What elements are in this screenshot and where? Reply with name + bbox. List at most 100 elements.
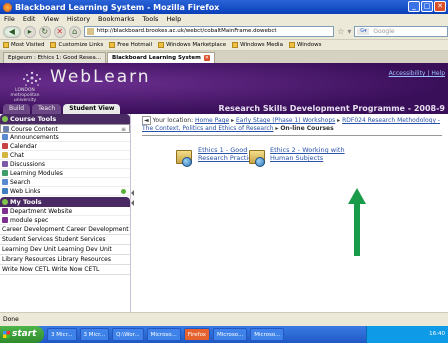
bookmark-icon: [288, 42, 295, 48]
maximize-button[interactable]: □: [421, 1, 433, 12]
taskbar-item[interactable]: 3 Micr...: [47, 328, 77, 341]
sidebar-item-course-content[interactable]: Course Content ≡: [0, 124, 130, 133]
bookmarks-toolbar: Most Visited Customize Links Free Hotmai…: [0, 40, 448, 51]
sidebar-item-calendar[interactable]: Calendar: [0, 142, 130, 151]
menu-bookmarks[interactable]: Bookmarks: [98, 15, 134, 23]
build-button[interactable]: Build: [3, 104, 31, 114]
breadcrumb-home[interactable]: Home Page: [195, 117, 229, 124]
university-name: LONDON metropolitan university: [10, 88, 40, 103]
web-links-icon: [2, 188, 8, 194]
chat-icon: [2, 152, 8, 158]
sidebar-link-career-development[interactable]: Career Development Career Development: [0, 225, 130, 235]
sidebar-item-discussions[interactable]: Discussions: [0, 160, 130, 169]
page-favicon-icon: [86, 28, 94, 35]
bookmark-windows[interactable]: Windows: [288, 42, 322, 48]
tab-epigeum[interactable]: Epigeum : Ethics 1: Good Resea...: [3, 52, 107, 63]
options-icon[interactable]: ≡: [121, 125, 126, 132]
sidebar-item-search[interactable]: Search: [0, 178, 130, 187]
back-arrow-icon[interactable]: ◀: [3, 25, 21, 38]
sidebar-item-module-spec[interactable]: module spec: [0, 216, 130, 225]
sidebar-item-announcements[interactable]: Announcements: [0, 133, 130, 142]
student-view-button[interactable]: Student View: [63, 104, 121, 114]
address-bar[interactable]: http://blackboard.brookes.ac.uk/webct/co…: [83, 26, 335, 37]
weblearn-logo: WebLearn: [50, 67, 151, 87]
learning-modules-icon: [2, 170, 8, 176]
clock: 16:40: [429, 331, 445, 337]
start-button[interactable]: start: [0, 326, 44, 343]
breadcrumb-early-stage[interactable]: Early Stage (Phase 1) Workshops: [236, 117, 335, 124]
bookmark-windows-marketplace[interactable]: Windows Marketplace: [158, 42, 226, 48]
sidebar-link-student-services[interactable]: Student Services Student Services: [0, 235, 130, 245]
main-content: ◄ Your location: Home Page ▸ Early Stage…: [136, 114, 448, 312]
reload-icon[interactable]: ↻: [38, 25, 51, 38]
menu-edit[interactable]: Edit: [23, 15, 36, 23]
department-website-icon: [2, 208, 8, 214]
close-button[interactable]: ✕: [434, 1, 446, 12]
taskbar-item-firefox[interactable]: Firefox: [183, 328, 211, 341]
sidebar-collapse-handle-icon[interactable]: [131, 188, 135, 208]
breadcrumb: ◄ Your location: Home Page ▸ Early Stage…: [142, 116, 441, 132]
taskbar-item[interactable]: Q:\Wor...: [112, 328, 144, 341]
teach-button[interactable]: Teach: [32, 104, 62, 114]
system-tray: 16:40: [366, 326, 448, 343]
calendar-icon: [2, 143, 8, 149]
stop-icon[interactable]: ✕: [53, 25, 66, 38]
bookmark-icon: [158, 42, 165, 48]
bookmark-most-visited[interactable]: Most Visited: [3, 42, 44, 48]
address-url: http://blackboard.brookes.ac.uk/webct/co…: [96, 28, 277, 34]
course-link-ethics-2[interactable]: Ethics 2 - Working with Human Subjects: [270, 146, 350, 162]
home-icon[interactable]: ⌂: [68, 25, 81, 38]
status-dot-icon: [121, 189, 126, 194]
my-tools-header[interactable]: My Tools: [0, 197, 130, 207]
collapse-icon[interactable]: [2, 116, 8, 122]
course-folder-icon[interactable]: [247, 146, 269, 168]
minimize-button[interactable]: _: [408, 1, 420, 12]
tab-blackboard[interactable]: Blackboard Learning System ✕: [107, 52, 215, 63]
breadcrumb-current: On-line Courses: [280, 125, 334, 132]
taskbar-item[interactable]: 3 Micr...: [79, 328, 110, 341]
accessibility-help-link[interactable]: Accessibility | Help: [389, 70, 445, 77]
bookmark-windows-media[interactable]: Windows Media: [232, 42, 283, 48]
tab-label: Epigeum : Ethics 1: Good Resea...: [8, 55, 102, 61]
course-folder-icon[interactable]: [174, 146, 196, 168]
programme-title: Research Skills Development Programme - …: [218, 104, 445, 113]
google-search-engine-icon[interactable]: G▾: [357, 28, 370, 35]
taskbar-item[interactable]: Microso...: [250, 328, 285, 341]
module-spec-icon: [2, 217, 8, 223]
bookmark-star-icon[interactable]: ☆: [337, 27, 344, 36]
menu-tools[interactable]: Tools: [142, 15, 158, 23]
bookmark-free-hotmail[interactable]: Free Hotmail: [109, 42, 152, 48]
menu-view[interactable]: View: [43, 15, 58, 23]
tab-bar: Epigeum : Ethics 1: Good Resea... Blackb…: [0, 51, 448, 63]
weblearn-banner: WebLearn LONDON metropolitan university …: [0, 63, 448, 114]
course-tools-header[interactable]: Course Tools: [0, 114, 130, 124]
menu-bar: File Edit View History Bookmarks Tools H…: [0, 14, 448, 24]
menu-help[interactable]: Help: [166, 15, 181, 23]
sidebar-link-library-resources[interactable]: Library Resources Library Resources: [0, 255, 130, 265]
dropdown-arrow-icon[interactable]: ▾: [347, 27, 351, 36]
menu-history[interactable]: History: [67, 15, 90, 23]
sidebar-item-web-links[interactable]: Web Links: [0, 187, 130, 196]
status-bar: Done: [0, 312, 448, 326]
sidebar-item-chat[interactable]: Chat: [0, 151, 130, 160]
window-title: Blackboard Learning System - Mozilla Fir…: [15, 2, 220, 12]
sidebar-link-write-now-cetl[interactable]: Write Now CETL Write Now CETL: [0, 265, 130, 275]
sidebar-item-department-website[interactable]: Department Website: [0, 207, 130, 216]
close-tab-icon[interactable]: ✕: [203, 55, 210, 61]
menu-file[interactable]: File: [4, 15, 15, 23]
bookmark-icon: [232, 42, 239, 48]
bookmark-customize-links[interactable]: Customize Links: [50, 42, 103, 48]
collapse-icon[interactable]: [2, 199, 8, 205]
taskbar-item[interactable]: Microso...: [213, 328, 248, 341]
windows-flag-icon: [3, 331, 10, 338]
window-titlebar: Blackboard Learning System - Mozilla Fir…: [0, 0, 448, 14]
search-placeholder: Google: [373, 28, 395, 35]
forward-arrow-icon[interactable]: ▸: [23, 25, 36, 38]
taskbar-item[interactable]: Microso...: [146, 328, 181, 341]
search-input[interactable]: G▾ Google: [354, 26, 448, 37]
firefox-icon: [3, 2, 12, 12]
breadcrumb-back-icon[interactable]: ◄: [142, 116, 151, 125]
course-sidebar: Course Tools Course Content ≡ Announceme…: [0, 114, 131, 312]
sidebar-item-learning-modules[interactable]: Learning Modules: [0, 169, 130, 178]
sidebar-link-learning-dev-unit[interactable]: Learning Dev Unit Learning Dev Unit: [0, 245, 130, 255]
